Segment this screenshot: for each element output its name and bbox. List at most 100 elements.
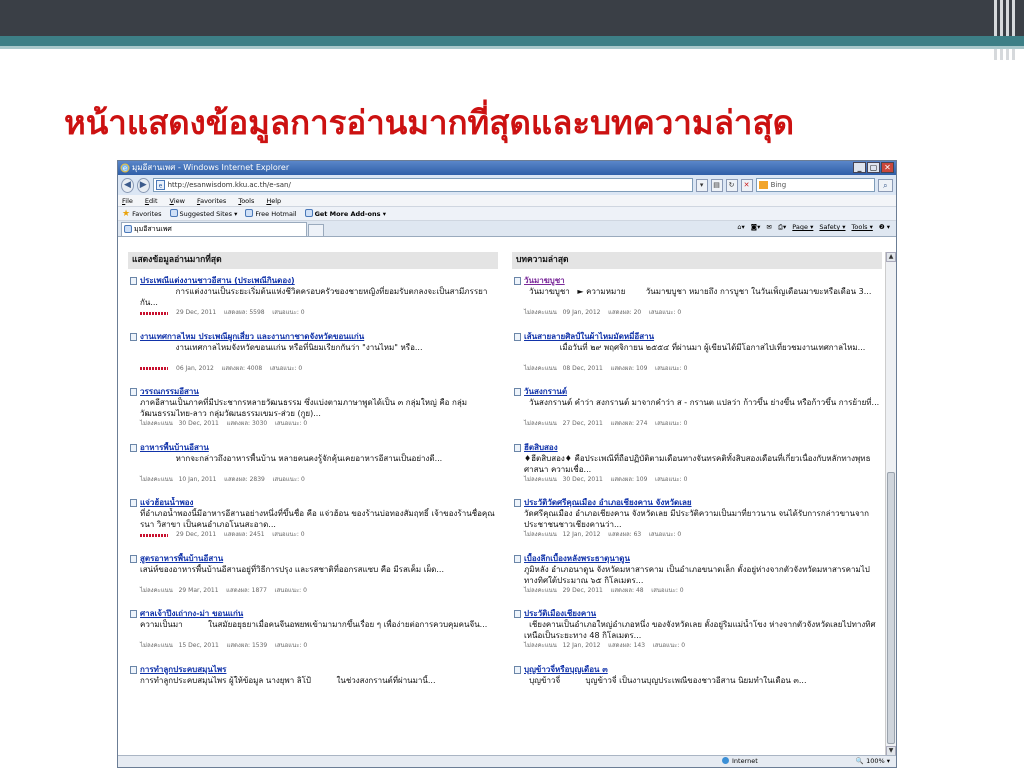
- article-meta: ไม่ลงคะแนน 08 Dec, 2011 แสดงผล: 109 เสนอ…: [524, 364, 882, 374]
- menu-favorites[interactable]: Favorites: [197, 195, 226, 206]
- article-meta: ไม่ลงคะแนน 27 Dec, 2011 แสดงผล: 274 เสนอ…: [524, 419, 882, 429]
- suggested-sites-link[interactable]: Suggested Sites ▾: [169, 209, 237, 218]
- article-link[interactable]: อาหารพื้นบ้านอีสาน: [140, 442, 498, 453]
- search-placeholder: Bing: [770, 181, 787, 189]
- menu-view[interactable]: View: [170, 195, 185, 206]
- zoom-level[interactable]: 🔍 100% ▾: [856, 756, 890, 767]
- menu-edit[interactable]: Edit: [145, 195, 158, 206]
- document-icon: [514, 277, 521, 285]
- rating-bar[interactable]: [140, 367, 168, 370]
- article-excerpt: เมื่อวันที่ ๒๙ พฤศจิกายน ๒๕๕๔ ที่ผ่านมา …: [524, 342, 866, 352]
- scroll-up-arrow[interactable]: ▲: [886, 252, 896, 262]
- article-meta: ไม่ลงคะแนน 30 Dec, 2011 แสดงผล: 109 เสนอ…: [524, 475, 882, 485]
- search-input[interactable]: Bing: [755, 178, 875, 192]
- menu-help[interactable]: Help: [266, 195, 281, 206]
- article-link[interactable]: บุญข้าวจี่หรือบุญเดือน ๓: [524, 664, 882, 675]
- article-link[interactable]: เส้นสายลายศิลป์ในผ้าไหมมัดหมี่อีสาน: [524, 331, 882, 342]
- document-icon: [514, 665, 521, 674]
- refresh-icon[interactable]: ↻: [725, 178, 738, 192]
- latest-articles-header: บทความล่าสุด: [512, 252, 882, 269]
- feeds-icon[interactable]: ◙▾: [751, 223, 761, 232]
- search-button[interactable]: ⌕: [877, 178, 894, 192]
- maximize-button[interactable]: ▢: [867, 162, 880, 173]
- free-hotmail-link[interactable]: Free Hotmail: [245, 209, 297, 218]
- article-excerpt: วัดศรีคุณเมือง อำเภอเชียงคาน จังหวัดเลย …: [524, 509, 870, 529]
- document-icon: [130, 277, 137, 285]
- article-meta: ไม่ลงคะแนน 10 Jan, 2011 แสดงผล: 2839 เสน…: [140, 475, 498, 485]
- tools-menu[interactable]: Tools ▾: [852, 223, 873, 232]
- article-link[interactable]: การทำลูกประคบสมุนไพร: [140, 664, 498, 675]
- article-meta: ไม่ลงคะแนน 29 Dec, 2011 แสดงผล: 48 เสนอแ…: [524, 586, 882, 596]
- meta-text: ไม่ลงคะแนน 12 Jan, 2012 แสดงผล: 63 เสนอแ…: [524, 531, 682, 538]
- meta-text: ไม่ลงคะแนน 27 Dec, 2011 แสดงผล: 274 เสนอ…: [524, 420, 688, 427]
- forward-button[interactable]: ▶: [136, 177, 150, 193]
- scroll-thumb[interactable]: [887, 472, 895, 744]
- article-link[interactable]: ประวัติวัดศรีคุณเมือง อำเภอเชียงคาน จังห…: [524, 497, 882, 508]
- rating-bar[interactable]: [140, 311, 168, 315]
- page-icon: [124, 225, 132, 233]
- home-icon[interactable]: ⌂▾: [737, 223, 744, 232]
- article-meta: 29 Dec, 2011 แสดงผล: 2451 เสนอแนะ: 0: [140, 530, 498, 540]
- menu-file[interactable]: File: [122, 195, 133, 206]
- document-icon: [514, 499, 521, 507]
- safety-menu[interactable]: Safety ▾: [819, 223, 845, 232]
- article-link[interactable]: ศาลเจ้าปึงเถ่ากง-ม่า ขอนแก่น: [140, 608, 498, 619]
- tab-active[interactable]: มุมอีสานเพศ: [121, 222, 307, 236]
- article-link[interactable]: สูตรอาหารพื้นบ้านอีสาน: [140, 553, 498, 564]
- article-excerpt: บุญข้าวจี่ บุญข้าวจี่ เป็นงานบุญประเพณีข…: [524, 675, 807, 685]
- stop-icon[interactable]: ✕: [740, 178, 753, 192]
- mail-icon[interactable]: ✉: [766, 223, 771, 232]
- new-tab-button[interactable]: [308, 224, 324, 236]
- article-link[interactable]: วรรณกรรมอีสาน: [140, 386, 498, 397]
- rating-bar[interactable]: [140, 533, 168, 537]
- page-icon: [304, 209, 313, 217]
- article-meta: ไม่ลงคะแนน 12 Jan, 2012 แสดงผล: 143 เสนอ…: [524, 641, 882, 651]
- article-link[interactable]: งานเทศกาลไหม ประเพณีผูกเสี่ยว และงานกาชา…: [140, 331, 498, 342]
- meta-text: 29 Dec, 2011 แสดงผล: 5598 เสนอแนะ: 0: [176, 309, 305, 316]
- page-icon: [169, 209, 178, 217]
- window-title: มุมอีสานเพศ - Windows Internet Explorer: [132, 163, 290, 172]
- article-link[interactable]: ประวัติเมืองเชียงคาน: [524, 608, 882, 619]
- article-link[interactable]: วันมาฆบูชา: [524, 275, 882, 286]
- minimize-button[interactable]: _: [853, 162, 866, 173]
- favorites-button[interactable]: ★ Favorites: [122, 209, 162, 219]
- list-item: วรรณกรรมอีสาน ภาคอีสานเป็นภาคที่มีประชากร…: [128, 386, 498, 442]
- compatibility-view-icon[interactable]: ▤: [710, 178, 723, 192]
- slide-title: หน้าแสดงข้อมูลการอ่านมากที่สุดและบทความล…: [64, 103, 795, 142]
- article-excerpt: งานเทศกาลไหมจังหวัดขอนแก่น หรือที่นิยมเร…: [140, 342, 423, 352]
- article-link[interactable]: ฮีตสิบสอง: [524, 442, 882, 453]
- help-menu[interactable]: ❷ ▾: [879, 223, 890, 232]
- back-button[interactable]: ◀: [121, 177, 134, 193]
- menu-tools[interactable]: Tools: [238, 195, 254, 206]
- get-addons-link[interactable]: Get More Add-ons ▾: [304, 209, 386, 218]
- command-bar: ⌂▾ ◙▾ ✉ ⎙▾ Page ▾ Safety ▾ Tools ▾ ❷ ▾: [737, 223, 890, 232]
- print-icon[interactable]: ⎙▾: [778, 223, 786, 232]
- most-read-list: ประเพณีแต่งงานชาวอีสาน (ประเพณีกินดอง) ก…: [128, 269, 498, 719]
- address-bar[interactable]: e http://esanwisdom.kku.ac.th/e-san/: [152, 178, 693, 192]
- article-excerpt: ภาคอีสานเป็นภาคที่มีประชากรหลายวัฒนธรรม …: [140, 398, 468, 418]
- article-link[interactable]: เบื้องลึกเบื้องหลังพระธาตุนาดูน: [524, 553, 882, 564]
- meta-text: ไม่ลงคะแนน 08 Dec, 2011 แสดงผล: 109 เสนอ…: [524, 364, 688, 372]
- document-icon: [130, 332, 137, 341]
- article-excerpt: การแต่งงานเป็นระยะเริ่มต้นแห่งชีวิตครอบค…: [140, 287, 488, 307]
- bing-icon: [758, 181, 768, 189]
- vertical-scrollbar[interactable]: ▲ ▼: [885, 252, 896, 756]
- tab-label: มุมอีสานเพศ: [134, 225, 172, 233]
- article-excerpt: ความเป็นมา ในสมัยอยุธยาเมื่อคนจีนอพยพเข้…: [140, 620, 488, 629]
- close-button[interactable]: ✕: [881, 162, 894, 173]
- article-excerpt: ภูมิหลัง อำเภอนาดูน จังหวัดมหาสารคาม เป็…: [524, 564, 870, 585]
- list-item: สูตรอาหารพื้นบ้านอีสาน เสน่ห์ของอาหารพื้น…: [128, 553, 498, 609]
- page-menu[interactable]: Page ▾: [792, 223, 813, 232]
- list-item: การทำลูกประคบสมุนไพร การทำลูกประคบสมุนไพร…: [128, 664, 498, 720]
- meta-text: ไม่ลงคะแนน 09 Jan, 2012 แสดงผล: 20 เสนอแ…: [524, 309, 682, 316]
- article-meta: ไม่ลงคะแนน 30 Dec, 2011 แสดงผล: 3030 เสน…: [140, 419, 498, 429]
- document-icon: [130, 665, 137, 674]
- article-meta: ไม่ลงคะแนน 15 Dec, 2011 แสดงผล: 1539 เสน…: [140, 641, 498, 651]
- list-item: แจ่วฮ้อนน้ำพอง ที่อำเภอน้ำพองนี้มีอาหารอี…: [128, 497, 498, 553]
- article-link[interactable]: ประเพณีแต่งงานชาวอีสาน (ประเพณีกินดอง): [140, 275, 498, 286]
- article-link[interactable]: แจ่วฮ้อนน้ำพอง: [140, 497, 498, 508]
- address-dropdown-button[interactable]: ▾: [695, 178, 708, 192]
- article-link[interactable]: วันสงกรานต์: [524, 386, 882, 397]
- svg-text:e: e: [158, 183, 162, 190]
- star-icon: ★: [122, 208, 131, 219]
